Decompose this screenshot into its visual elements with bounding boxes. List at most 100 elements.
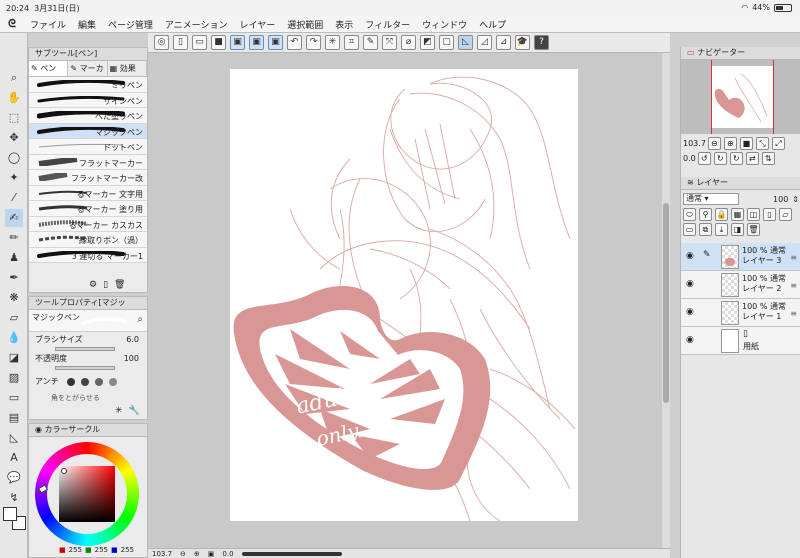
new-file-icon[interactable]: ▯ xyxy=(173,35,188,50)
nav-fit-icon[interactable]: ■ xyxy=(739,137,753,150)
aa-none-icon[interactable] xyxy=(66,377,75,386)
copy-layer-icon[interactable]: ⧉ xyxy=(699,223,712,236)
menu-filter[interactable]: フィルター xyxy=(359,18,416,31)
export-icon-3[interactable]: ▣ xyxy=(268,35,283,50)
color-picker-handle[interactable] xyxy=(61,468,67,474)
flip-v-icon[interactable]: ⇅ xyxy=(761,152,775,165)
lock-icon[interactable]: 🔒 xyxy=(715,208,728,221)
correct-line-icon[interactable]: ↯ xyxy=(5,489,23,507)
new-vector-icon[interactable]: ▱ xyxy=(779,208,792,221)
menu-layer[interactable]: レイヤー xyxy=(234,18,282,31)
eraser-tool-icon[interactable]: ▱ xyxy=(5,309,23,327)
delete-subtool-icon[interactable]: 🗑 xyxy=(114,280,125,290)
layer-row[interactable]: ◉ ✎ 100 % 通常 レイヤー 3 ≡ xyxy=(681,243,800,271)
aa-medium-icon[interactable] xyxy=(94,377,103,386)
fill-icon[interactable]: ◩ xyxy=(420,35,435,50)
brush-tool-icon[interactable]: ♟ xyxy=(5,249,23,267)
zoom-tool-icon[interactable]: ⌕ xyxy=(5,69,23,87)
grid-snap-icon[interactable]: ⊿ xyxy=(496,35,511,50)
menu-view[interactable]: 表示 xyxy=(329,18,359,31)
app-logo-icon[interactable]: ᘓ xyxy=(0,17,24,31)
blend-mode-select[interactable]: 通常 ▾ xyxy=(683,193,739,205)
rotate-right-icon[interactable]: ↻ xyxy=(713,152,727,165)
ref-layer-icon[interactable]: ⚲ xyxy=(699,208,712,221)
canvas-paper[interactable]: adult only... ♡ xyxy=(230,69,578,521)
rotate-reset-icon[interactable]: ↻ xyxy=(729,152,743,165)
menu-file[interactable]: ファイル xyxy=(24,18,72,31)
visibility-eye-icon[interactable]: ◉ xyxy=(686,307,694,317)
fit-icon[interactable]: ⤧ xyxy=(382,35,397,50)
visibility-eye-icon[interactable]: ◉ xyxy=(686,251,694,261)
text-tool-icon[interactable]: A xyxy=(5,449,23,467)
auto-select-icon[interactable]: ✦ xyxy=(5,169,23,187)
nav-zoom-in-icon[interactable]: ⊕ xyxy=(723,137,737,150)
saturation-value-square[interactable] xyxy=(59,466,115,522)
drag-grip-icon[interactable]: ≡ xyxy=(790,281,797,290)
menu-selection[interactable]: 選択範囲 xyxy=(281,18,329,31)
special-ruler-icon[interactable]: ◿ xyxy=(477,35,492,50)
layer-row[interactable]: ◉ 100 % 通常 レイヤー 1 ≡ xyxy=(681,299,800,327)
export-icon-2[interactable]: ▣ xyxy=(249,35,264,50)
clear-icon[interactable]: ⌀ xyxy=(401,35,416,50)
visibility-eye-icon[interactable]: ◉ xyxy=(686,335,694,345)
mask-enable-icon[interactable]: ◫ xyxy=(747,208,760,221)
nav-reset-icon[interactable]: ⤢ xyxy=(771,137,785,150)
pen-tool-icon[interactable]: ✍ xyxy=(5,209,23,227)
nav-zoom-out-icon[interactable]: ⊖ xyxy=(707,137,721,150)
layer-tab-icon[interactable]: ≋ xyxy=(687,178,694,187)
brush-item[interactable]: 縁取りボン（渦） xyxy=(29,232,147,248)
antialias-options[interactable] xyxy=(66,377,117,386)
zoom-out-icon[interactable]: ⊖ xyxy=(180,550,186,558)
ruler-tool-icon[interactable]: ◺ xyxy=(5,429,23,447)
merge-icon[interactable]: ⤓ xyxy=(715,223,728,236)
open-file-icon[interactable]: ▭ xyxy=(192,35,207,50)
delete-layer-icon[interactable]: 🗑 xyxy=(747,223,760,236)
learn-icon[interactable]: 🎓 xyxy=(515,35,530,50)
lock-alpha-icon[interactable]: ▦ xyxy=(731,208,744,221)
drag-grip-icon[interactable]: ≡ xyxy=(790,309,797,318)
lasso-tool-icon[interactable]: ◯ xyxy=(5,149,23,167)
save-icon[interactable]: ■ xyxy=(211,35,226,50)
vertical-scrollbar[interactable] xyxy=(662,53,670,548)
brush-item[interactable]: サインペン xyxy=(29,92,147,108)
layer-row[interactable]: ◉ 100 % 通常 レイヤー 2 ≡ xyxy=(681,271,800,299)
tab-pen[interactable]: ✎ ペン xyxy=(29,61,69,76)
brush-item[interactable]: ドットペン xyxy=(29,139,147,155)
zoom-in-icon[interactable]: ⊕ xyxy=(194,550,200,558)
move-tool-icon[interactable]: ✥ xyxy=(5,129,23,147)
brush-item[interactable]: るマーカー 塗り用 xyxy=(29,201,147,217)
redo-icon[interactable]: ↷ xyxy=(306,35,321,50)
new-subtool-icon[interactable]: ▯ xyxy=(103,280,108,290)
brush-item[interactable]: るマーカー 文字用 xyxy=(29,185,147,201)
menu-edit[interactable]: 編集 xyxy=(72,18,102,31)
subtool-settings-icon[interactable]: ⚙ xyxy=(89,280,97,290)
blend-tool-icon[interactable]: 💧 xyxy=(5,329,23,347)
mask-icon[interactable]: ◨ xyxy=(731,223,744,236)
navigator-tab-icon[interactable]: ▭ xyxy=(687,48,695,57)
deselect-icon[interactable]: ▢ xyxy=(439,35,454,50)
hand-tool-icon[interactable]: ✋ xyxy=(5,89,23,107)
nav-flip-icon[interactable]: ⤡ xyxy=(755,137,769,150)
brush-item[interactable]: ミリペン xyxy=(29,77,147,93)
new-folder-icon[interactable]: ▭ xyxy=(683,223,696,236)
brush-item[interactable]: フラットマーカー xyxy=(29,154,147,170)
menu-window[interactable]: ウィンドウ xyxy=(416,18,473,31)
main-color-swatch[interactable] xyxy=(3,507,17,521)
rotate-left-icon[interactable]: ↺ xyxy=(697,152,711,165)
color-wheel-tab-icon[interactable]: ◉ xyxy=(35,425,42,434)
horizontal-scroll-handle[interactable] xyxy=(241,551,342,556)
frame-tool-icon[interactable]: ▤ xyxy=(5,409,23,427)
brush-item[interactable]: 3 連切る マーカー1 xyxy=(29,247,147,263)
brush-item[interactable]: るマーカー カスカス xyxy=(29,216,147,232)
airbrush-tool-icon[interactable]: ✒ xyxy=(5,269,23,287)
layer-row-paper[interactable]: ◉ ▯ 用紙 xyxy=(681,327,800,355)
decoration-tool-icon[interactable]: ❋ xyxy=(5,289,23,307)
opacity-slider[interactable] xyxy=(55,366,115,370)
preview-zoom-icon[interactable]: ⌕ xyxy=(137,314,143,325)
pen-icon[interactable]: ✎ xyxy=(363,35,378,50)
navigator-preview[interactable] xyxy=(681,60,800,134)
canvas-area[interactable]: adult only... ♡ xyxy=(148,53,670,548)
operation-tool-icon[interactable]: ⬚ xyxy=(5,109,23,127)
undo-icon[interactable]: ↶ xyxy=(287,35,302,50)
clip-icon[interactable]: ⬭ xyxy=(683,208,696,221)
